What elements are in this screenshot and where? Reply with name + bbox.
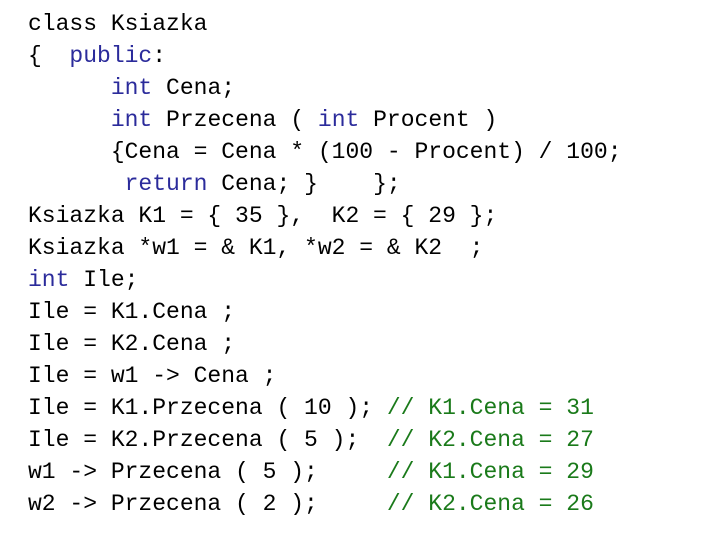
code-line: Ile = K1.Cena ; — [28, 296, 235, 328]
code-line: Ile = K1.Przecena ( 10 ); // K1.Cena = 3… — [28, 392, 594, 424]
code-line: int Cena; — [28, 72, 235, 104]
code-line: w2 -> Przecena ( 2 ); // K2.Cena = 26 — [28, 488, 594, 520]
code-listing: class Ksiazka { public: int Cena; int Prz… — [0, 0, 720, 540]
code-line: int Ile; — [28, 264, 138, 296]
code-token-plain: Ile = K2.Cena ; — [28, 331, 236, 357]
code-line: Ile = w1 -> Cena ; — [28, 360, 276, 392]
code-line: Ile = K2.Przecena ( 5 ); // K2.Cena = 27 — [28, 424, 594, 456]
code-token-plain: Cena; } }; — [207, 171, 401, 197]
code-token-plain: Cena; — [152, 75, 236, 101]
code-token-plain: Ksiazka K1 = { 35 }, K2 = { 29 }; — [28, 203, 498, 229]
code-token-plain: {Cena = Cena * (100 - Procent) / 100; — [28, 139, 622, 165]
code-line: Ksiazka *w1 = & K1, *w2 = & K2 ; — [28, 232, 483, 264]
code-token-plain: Ksiazka *w1 = & K1, *w2 = & K2 ; — [28, 235, 484, 261]
code-token-plain: Ile = w1 -> Cena ; — [28, 363, 277, 389]
code-line: Ile = K2.Cena ; — [28, 328, 235, 360]
code-line: { public: — [28, 40, 166, 72]
code-token-keyword: return — [124, 171, 208, 197]
code-token-plain: { — [28, 43, 70, 69]
code-token-plain: : — [152, 43, 167, 69]
code-line: return Cena; } }; — [28, 168, 401, 200]
code-token-plain: w1 -> Przecena ( 5 ); — [28, 459, 387, 485]
code-line: int Przecena ( int Procent ) — [28, 104, 498, 136]
code-token-keyword: int — [317, 107, 360, 133]
code-token-keyword: public — [69, 43, 153, 69]
code-token-comment: // K2.Cena = 26 — [386, 491, 594, 517]
code-line: w1 -> Przecena ( 5 ); // K1.Cena = 29 — [28, 456, 594, 488]
code-line: {Cena = Cena * (100 - Procent) / 100; — [28, 136, 622, 168]
code-token-plain: Przecena ( — [152, 107, 318, 133]
code-line: Ksiazka K1 = { 35 }, K2 = { 29 }; — [28, 200, 497, 232]
code-token-plain: Procent ) — [359, 107, 498, 133]
code-line: class Ksiazka — [28, 8, 207, 40]
code-token-comment: // K2.Cena = 27 — [386, 427, 594, 453]
code-token-plain: Ile = K1.Przecena ( 10 ); — [28, 395, 387, 421]
code-token-keyword: int — [110, 107, 153, 133]
code-token-plain: w2 -> Przecena ( 2 ); — [28, 491, 387, 517]
code-token-comment: // K1.Cena = 31 — [386, 395, 594, 421]
code-token-comment: // K1.Cena = 29 — [386, 459, 594, 485]
code-token-plain: Ile; — [69, 267, 139, 293]
code-token-plain: Ile = K2.Przecena ( 5 ); — [28, 427, 387, 453]
code-token-plain: Ile = K1.Cena ; — [28, 299, 236, 325]
code-token-plain: class Ksiazka — [28, 11, 208, 37]
code-token-keyword: int — [110, 75, 153, 101]
code-token-keyword: int — [28, 267, 70, 293]
